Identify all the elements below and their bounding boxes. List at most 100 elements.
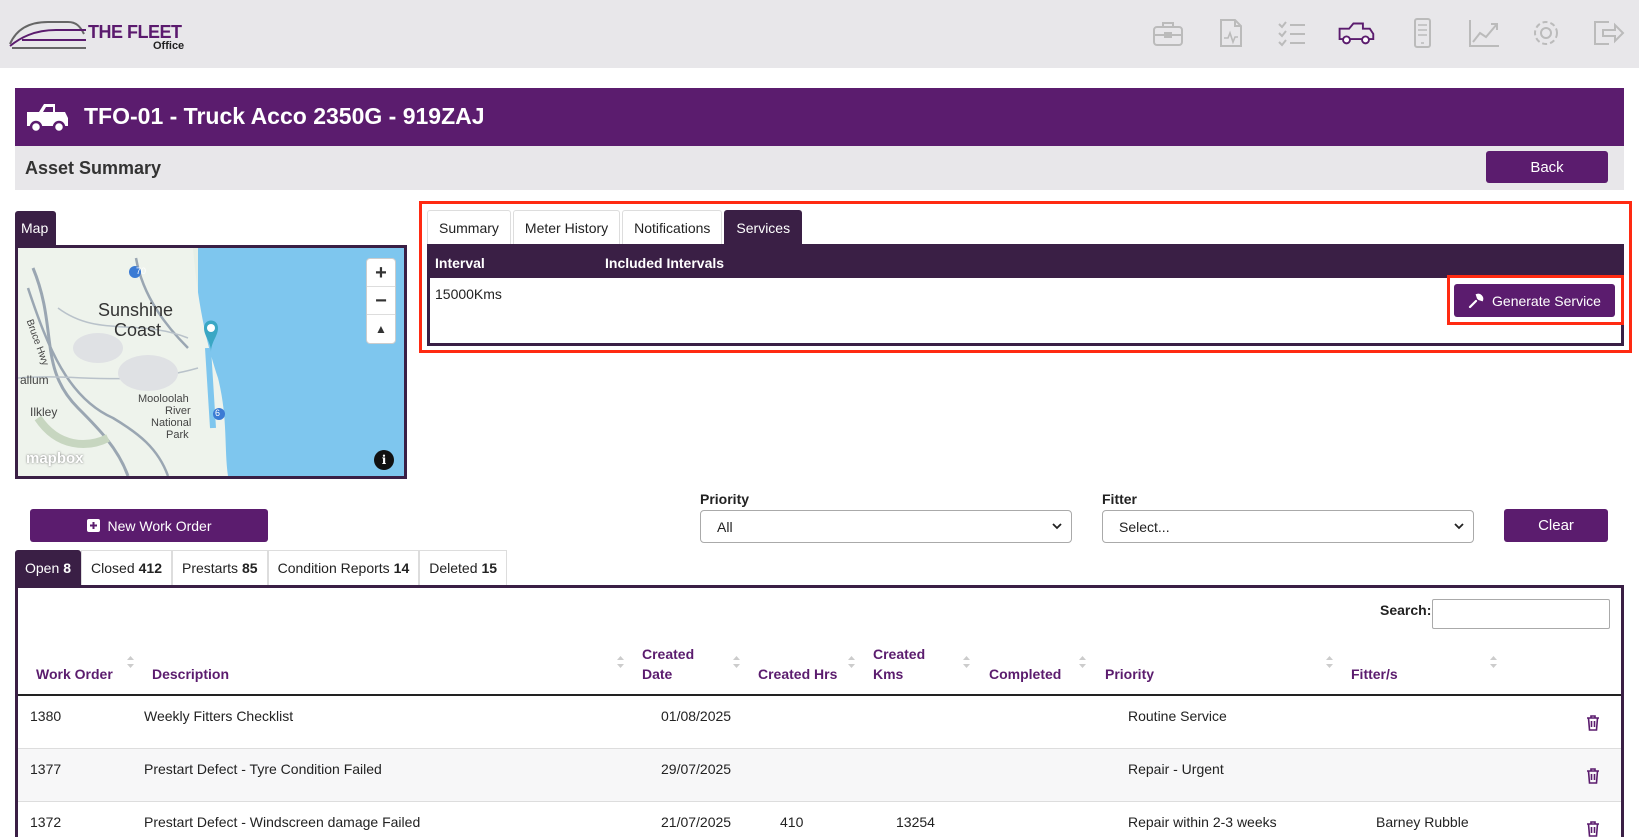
col-description[interactable]: Description — [152, 664, 229, 684]
new-work-order-button[interactable]: New Work Order — [30, 509, 268, 542]
gear-icon[interactable] — [1527, 16, 1565, 50]
col-created-hrs[interactable]: Created Hrs — [758, 664, 837, 684]
included-intervals-header: Included Intervals — [605, 255, 725, 271]
cell-created-date: 29/07/2025 — [661, 761, 732, 777]
col-created-date-line2: Date — [642, 666, 673, 682]
work-order-tabs: Open 8 Closed 412 Prestarts 85 Condition Re… — [15, 550, 508, 585]
tab-count: 85 — [242, 560, 258, 576]
col-created-date[interactable]: Created Date — [642, 644, 694, 684]
wrench-icon — [1468, 293, 1484, 308]
table-row[interactable]: 1380 Weekly Fitters Checklist 01/08/2025… — [18, 696, 1621, 749]
interval-value: 15000Kms — [435, 286, 502, 302]
fitter-selected-value: Select... — [1119, 519, 1170, 535]
tab-meter-history[interactable]: Meter History — [512, 210, 621, 244]
mapbox-logo[interactable]: mapbox — [26, 450, 84, 467]
cell-work-order: 1372 — [30, 814, 62, 830]
cell-created-date: 01/08/2025 — [661, 708, 732, 724]
sort-icon[interactable] — [1078, 654, 1087, 670]
priority-label: Priority — [700, 491, 750, 507]
tab-closed[interactable]: Closed 412 — [81, 550, 172, 585]
tab-label: Condition Reports — [277, 560, 390, 576]
tab-count: 15 — [481, 560, 498, 576]
fitter-select[interactable]: Select... — [1102, 510, 1474, 543]
cell-description: Prestart Defect - Tyre Condition Failed — [144, 761, 382, 777]
map-place-label: Sunshine — [98, 300, 174, 320]
map-place-label: Mooloolah — [138, 393, 189, 405]
tab-label: Open — [25, 560, 60, 576]
top-navbar: THE FLEET Office — [0, 0, 1639, 68]
tab-summary[interactable]: Summary — [427, 210, 511, 244]
col-created-kms-line2: Kms — [873, 666, 904, 682]
back-button[interactable]: Back — [1486, 151, 1608, 183]
table-row[interactable]: 1372 Prestart Defect - Windscreen damage… — [18, 802, 1621, 837]
logout-icon[interactable] — [1589, 16, 1627, 50]
compass-icon[interactable]: ▲ — [367, 315, 395, 343]
sort-icon[interactable] — [1489, 654, 1498, 670]
chart-icon[interactable] — [1465, 16, 1503, 50]
report-doc-icon[interactable] — [1211, 16, 1249, 50]
search-input[interactable] — [1432, 599, 1610, 629]
tab-open[interactable]: Open 8 — [15, 550, 82, 585]
cell-work-order: 1380 — [30, 708, 62, 724]
section-title: Asset Summary — [25, 158, 162, 178]
asset-tabs: Summary Meter History Notifications Serv… — [427, 210, 804, 244]
checklist-icon[interactable] — [1273, 16, 1311, 50]
map-tab[interactable]: Map — [15, 211, 56, 245]
sort-icon[interactable] — [732, 654, 741, 670]
truck-icon[interactable] — [1337, 16, 1375, 50]
map-view[interactable]: 70 6 Sunshine Coast Mooloolah River Nati… — [15, 245, 407, 479]
logo-subtitle: Office — [153, 40, 185, 52]
work-orders-table: Search: Work Order Description Created Da… — [15, 585, 1624, 837]
map-place-label: Coast — [114, 320, 162, 340]
zoom-in-button[interactable]: + — [367, 259, 395, 287]
trash-icon[interactable] — [1586, 715, 1600, 731]
sort-icon[interactable] — [1325, 654, 1334, 670]
tab-notifications[interactable]: Notifications — [622, 210, 723, 244]
cell-created-date: 21/07/2025 — [661, 814, 732, 830]
generate-service-label: Generate Service — [1492, 292, 1601, 309]
generate-service-button[interactable]: Generate Service — [1454, 284, 1615, 317]
tab-deleted[interactable]: Deleted 15 — [419, 550, 508, 585]
sort-icon[interactable] — [847, 654, 856, 670]
priority-selected-value: All — [717, 519, 733, 535]
col-created-kms-line1: Created — [873, 646, 926, 662]
chevron-down-icon — [1052, 523, 1062, 530]
trash-icon[interactable] — [1586, 768, 1600, 784]
info-icon[interactable]: i — [374, 450, 394, 470]
tab-label: Deleted — [429, 560, 478, 576]
map-place-label: River — [165, 405, 191, 417]
col-priority[interactable]: Priority — [1105, 664, 1154, 684]
map-place-label: National — [151, 417, 192, 429]
asset-summary-bar: Asset Summary — [15, 146, 1624, 190]
cell-fitters: Barney Rubble — [1376, 814, 1469, 830]
plus-square-icon — [86, 519, 100, 532]
fleet-office-logo[interactable]: THE FLEET Office — [8, 16, 185, 52]
sort-icon[interactable] — [126, 654, 135, 670]
asset-title: TFO-01 - Truck Acco 2350G - 919ZAJ — [84, 103, 485, 129]
zoom-out-button[interactable]: − — [367, 287, 395, 315]
sort-icon[interactable] — [616, 654, 625, 670]
interval-header: Interval — [435, 255, 485, 271]
road-badge: 70 — [136, 266, 147, 276]
sort-icon[interactable] — [962, 654, 971, 670]
cell-priority: Routine Service — [1128, 708, 1227, 724]
services-table: Interval Included Intervals 15000Kms — [427, 244, 1624, 346]
col-fitters[interactable]: Fitter/s — [1351, 664, 1398, 684]
col-work-order[interactable]: Work Order — [36, 664, 113, 684]
tab-services[interactable]: Services — [724, 210, 803, 244]
priority-select[interactable]: All — [700, 510, 1072, 543]
toolbox-icon[interactable] — [1149, 16, 1187, 50]
asset-header: TFO-01 - Truck Acco 2350G - 919ZAJ — [15, 88, 1624, 146]
clear-button[interactable]: Clear — [1504, 509, 1608, 542]
trash-icon[interactable] — [1586, 821, 1600, 837]
table-row[interactable]: 1377 Prestart Defect - Tyre Condition Fa… — [18, 749, 1621, 802]
map-place-label: Ilkley — [30, 405, 58, 419]
tab-label: Closed — [91, 560, 135, 576]
tab-count: 8 — [63, 560, 72, 576]
col-created-kms[interactable]: Created Kms — [873, 644, 925, 684]
col-completed[interactable]: Completed — [989, 664, 1061, 684]
tab-prestarts[interactable]: Prestarts 85 — [172, 550, 268, 585]
mobile-icon[interactable] — [1403, 16, 1441, 50]
col-created-date-line1: Created — [642, 646, 695, 662]
tab-condition-reports[interactable]: Condition Reports 14 — [267, 550, 420, 585]
